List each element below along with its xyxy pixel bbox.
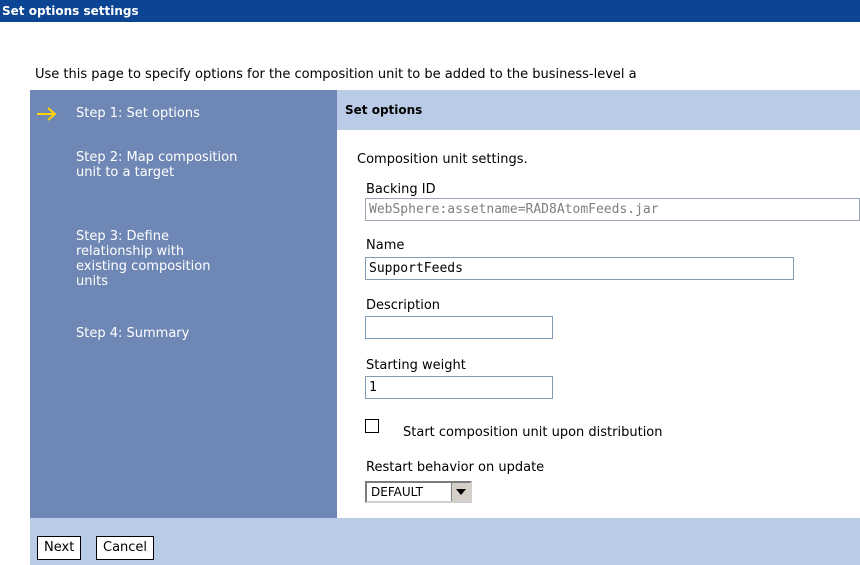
description-label: Description — [366, 298, 441, 313]
restart-behavior-value: DEFAULT — [371, 485, 423, 499]
step-set-options: Step 1: Set options — [76, 106, 200, 121]
backing-id-field: WebSphere:assetname=RAD8AtomFeeds.jar — [365, 198, 860, 221]
description-field[interactable] — [365, 316, 553, 339]
step-define-relationship: Step 3: Define relationship with existin… — [76, 229, 211, 289]
arrow-right-icon — [37, 107, 57, 121]
dropdown-button[interactable] — [451, 483, 470, 501]
name-label: Name — [366, 238, 405, 253]
panel-header: Set options — [337, 90, 860, 130]
start-on-distribution-label: Start composition unit upon distribution — [403, 425, 663, 440]
starting-weight-field[interactable]: 1 — [365, 376, 553, 399]
triangle-down-icon — [456, 489, 466, 495]
panel-subtitle: Composition unit settings. — [357, 152, 528, 167]
wizard: Step 1: Set options Step 2: Map composit… — [30, 90, 860, 565]
step-summary: Step 4: Summary — [76, 326, 190, 341]
steps-sidebar: Step 1: Set options Step 2: Map composit… — [30, 90, 337, 518]
restart-behavior-select[interactable]: DEFAULT — [365, 481, 472, 503]
backing-id-label: Backing ID — [366, 182, 436, 197]
starting-weight-label: Starting weight — [366, 358, 466, 373]
next-button[interactable]: Next — [37, 536, 82, 560]
name-field[interactable]: SupportFeeds — [365, 257, 794, 280]
intro-text: Use this page to specify options for the… — [35, 67, 637, 82]
restart-behavior-label: Restart behavior on update — [366, 460, 545, 475]
start-on-distribution-checkbox[interactable] — [365, 419, 379, 433]
cancel-button[interactable]: Cancel — [96, 536, 155, 560]
set-options-panel: Set options Composition unit settings. B… — [337, 90, 860, 518]
step-map-target: Step 2: Map composition unit to a target — [76, 150, 238, 180]
window-title: Set options settings — [0, 0, 860, 22]
wizard-footer: Next Cancel — [30, 518, 860, 565]
